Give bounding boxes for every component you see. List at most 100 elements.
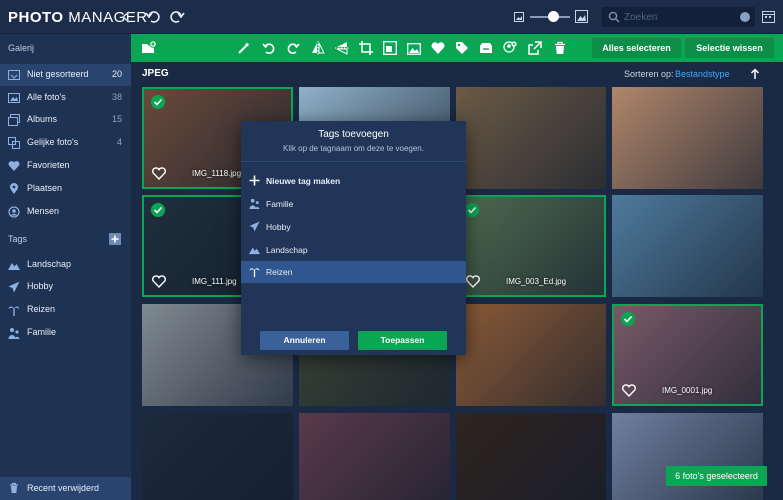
sidebar-item-label: Plaatsen: [27, 183, 63, 193]
flip-horizontal-icon[interactable]: [311, 41, 325, 55]
duplicate-icon: [8, 137, 20, 149]
redo-icon[interactable]: [169, 9, 185, 25]
edit-toolbar: Alles selecteren Selectie wissen: [131, 34, 783, 62]
photo-tile[interactable]: [612, 195, 763, 297]
undo-icon[interactable]: [145, 9, 161, 25]
photo-tile[interactable]: [612, 413, 763, 500]
favorite-heart-icon[interactable]: [152, 167, 166, 180]
tag-option-landscape[interactable]: Landschap: [241, 239, 466, 261]
tag-option-hobby[interactable]: Hobby: [241, 216, 466, 238]
image-edit-icon[interactable]: [407, 41, 421, 55]
dialog-subtitle: Klik op de tagnaam om deze te voegen.: [283, 144, 424, 153]
share-icon[interactable]: [528, 41, 542, 55]
dialog-item-label: Landschap: [266, 245, 308, 255]
sidebar-item-label: Reizen: [27, 304, 56, 314]
sidebar-item-all-photos[interactable]: Alle foto's 38: [0, 87, 131, 109]
calendar-icon[interactable]: [762, 10, 775, 23]
photo-tile[interactable]: [456, 413, 606, 500]
family-icon: [249, 198, 260, 209]
favorite-heart-icon[interactable]: [466, 275, 480, 288]
clear-selection-button[interactable]: Selectie wissen: [685, 38, 774, 58]
flip-vertical-icon[interactable]: [335, 41, 349, 55]
sidebar-tag-landscape[interactable]: Landschap: [0, 254, 131, 276]
rotate-left-icon[interactable]: [262, 41, 276, 55]
sort-direction-icon[interactable]: [750, 68, 760, 80]
rotate-right-icon[interactable]: [286, 41, 300, 55]
photo-tile[interactable]: [456, 304, 606, 406]
tag-option-travel[interactable]: Reizen: [241, 261, 466, 283]
sidebar-item-people[interactable]: Mensen: [0, 201, 131, 223]
sort-dropdown[interactable]: Bestandstype: [675, 69, 730, 79]
album-add-icon[interactable]: [479, 41, 493, 55]
paper-plane-icon: [8, 281, 20, 293]
selected-check-icon[interactable]: [465, 203, 479, 217]
sidebar-tag-family[interactable]: Familie: [0, 322, 131, 344]
sidebar-item-favorites[interactable]: Favorieten: [0, 155, 131, 177]
sidebar-item-label: Mensen: [27, 206, 60, 216]
select-all-button[interactable]: Alles selecteren: [592, 38, 681, 58]
crop-icon[interactable]: [359, 41, 373, 55]
apply-button[interactable]: Toepassen: [358, 331, 447, 350]
photo-tile[interactable]: IMG_0001.jpg: [612, 304, 763, 406]
sidebar: Galerij Niet gesorteerd 20 Alle foto's 3…: [0, 34, 131, 500]
sidebar-item-albums[interactable]: Albums 15: [0, 109, 131, 131]
sidebar-item-count: 38: [111, 92, 122, 102]
thumbnail-large-icon[interactable]: [575, 10, 588, 23]
sidebar-item-label: Alle foto's: [27, 92, 66, 102]
create-new-tag-item[interactable]: Nieuwe tag maken: [241, 170, 466, 192]
selected-check-icon[interactable]: [151, 203, 165, 217]
selected-check-icon[interactable]: [621, 312, 635, 326]
photo-tile[interactable]: [299, 413, 450, 500]
selected-check-icon[interactable]: [151, 95, 165, 109]
tag-icon[interactable]: [455, 41, 469, 55]
selection-count-badge: 6 foto's geselecteerd: [666, 466, 767, 486]
search-input[interactable]: [624, 8, 736, 26]
recently-deleted-bar[interactable]: Recent verwijderd: [0, 477, 131, 500]
recently-deleted-label: Recent verwijderd: [27, 483, 100, 493]
clear-search-icon[interactable]: [740, 12, 750, 22]
photo-tile[interactable]: [456, 87, 606, 189]
landscape-icon: [8, 263, 20, 270]
dialog-item-label: Hobby: [266, 222, 291, 232]
sidebar-tag-hobby[interactable]: Hobby: [0, 276, 131, 298]
photo-tile[interactable]: [612, 87, 763, 189]
top-bar: PHOTO MANAGER: [0, 0, 783, 34]
sidebar-tag-travel[interactable]: Reizen: [0, 299, 131, 321]
dialog-item-label: Nieuwe tag maken: [266, 176, 341, 186]
thumbnail-small-icon[interactable]: [514, 12, 524, 22]
sidebar-item-places[interactable]: Plaatsen: [0, 178, 131, 200]
delete-icon[interactable]: [553, 41, 567, 55]
palm-tree-icon: [249, 268, 260, 277]
photo-tile[interactable]: IMG_003_Ed.jpg: [456, 195, 606, 297]
collapse-sidebar-icon[interactable]: [121, 11, 131, 23]
gallery-section-label: Galerij: [8, 43, 35, 53]
inbox-icon: [8, 70, 20, 80]
sidebar-item-unsorted[interactable]: Niet gesorteerd 20: [0, 64, 131, 86]
photo-filename: IMG_0001.jpg: [662, 386, 713, 395]
search-icon: [608, 11, 620, 23]
tag-option-family[interactable]: Familie: [241, 193, 466, 215]
face-add-icon[interactable]: [503, 41, 517, 55]
location-icon: [10, 183, 18, 194]
add-tag-button[interactable]: [109, 233, 121, 245]
cancel-button[interactable]: Annuleren: [260, 331, 349, 350]
sidebar-item-label: Landschap: [27, 259, 72, 269]
favorite-heart-icon[interactable]: [152, 275, 166, 288]
magic-wand-icon[interactable]: [237, 41, 251, 55]
dialog-item-label: Familie: [266, 199, 294, 209]
thumbnail-size-slider-handle[interactable]: [548, 11, 559, 22]
sidebar-item-label: Familie: [27, 327, 57, 337]
plus-icon: [249, 175, 260, 186]
sidebar-item-label: Niet gesorteerd: [27, 69, 89, 79]
favorite-heart-icon[interactable]: [431, 41, 445, 55]
heart-icon: [8, 161, 20, 171]
resize-icon[interactable]: [383, 41, 397, 55]
photo-tile[interactable]: [142, 413, 293, 500]
group-title: JPEG: [142, 68, 169, 79]
favorite-heart-icon[interactable]: [622, 384, 636, 397]
image-icon: [8, 93, 20, 103]
sidebar-item-similar-photos[interactable]: Gelijke foto's 4: [0, 132, 131, 154]
import-folder-icon[interactable]: [141, 40, 157, 56]
photo-filename: IMG_003_Ed.jpg: [506, 277, 567, 286]
sidebar-item-count: 15: [111, 114, 122, 124]
